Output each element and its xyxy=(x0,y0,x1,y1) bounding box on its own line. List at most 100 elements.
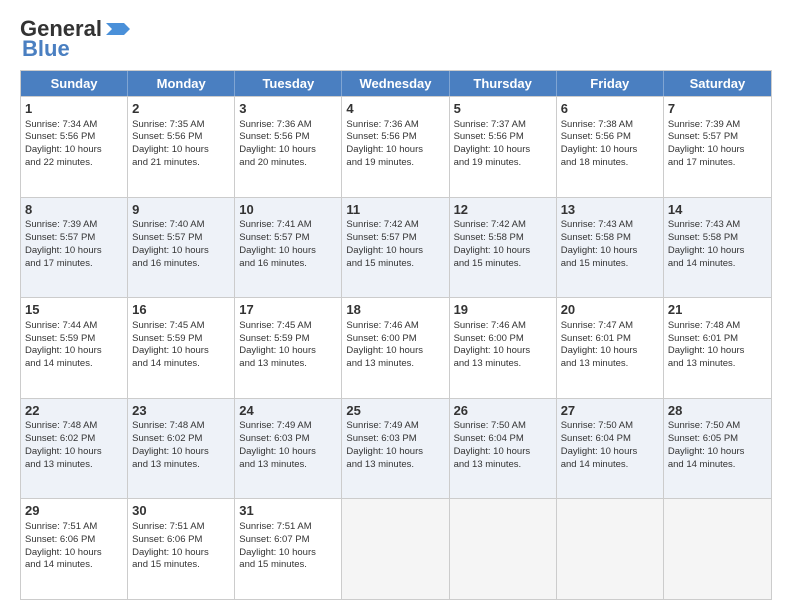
header-day-thursday: Thursday xyxy=(450,71,557,96)
day-cell-12: 12Sunrise: 7:42 AM Sunset: 5:58 PM Dayli… xyxy=(450,198,557,298)
day-number: 31 xyxy=(239,502,337,520)
day-info: Sunrise: 7:44 AM Sunset: 5:59 PM Dayligh… xyxy=(25,320,102,369)
day-cell-17: 17Sunrise: 7:45 AM Sunset: 5:59 PM Dayli… xyxy=(235,298,342,398)
day-number: 6 xyxy=(561,100,659,118)
day-info: Sunrise: 7:46 AM Sunset: 6:00 PM Dayligh… xyxy=(346,320,423,369)
day-number: 22 xyxy=(25,402,123,420)
day-number: 25 xyxy=(346,402,444,420)
day-info: Sunrise: 7:36 AM Sunset: 5:56 PM Dayligh… xyxy=(239,119,316,168)
day-number: 12 xyxy=(454,201,552,219)
day-number: 14 xyxy=(668,201,767,219)
day-number: 18 xyxy=(346,301,444,319)
day-number: 8 xyxy=(25,201,123,219)
day-cell-8: 8Sunrise: 7:39 AM Sunset: 5:57 PM Daylig… xyxy=(21,198,128,298)
day-info: Sunrise: 7:49 AM Sunset: 6:03 PM Dayligh… xyxy=(239,420,316,469)
day-cell-21: 21Sunrise: 7:48 AM Sunset: 6:01 PM Dayli… xyxy=(664,298,771,398)
day-info: Sunrise: 7:37 AM Sunset: 5:56 PM Dayligh… xyxy=(454,119,531,168)
day-cell-1: 1Sunrise: 7:34 AM Sunset: 5:56 PM Daylig… xyxy=(21,97,128,197)
day-number: 19 xyxy=(454,301,552,319)
calendar-week-3: 15Sunrise: 7:44 AM Sunset: 5:59 PM Dayli… xyxy=(21,297,771,398)
day-info: Sunrise: 7:43 AM Sunset: 5:58 PM Dayligh… xyxy=(668,219,745,268)
header-day-monday: Monday xyxy=(128,71,235,96)
day-cell-20: 20Sunrise: 7:47 AM Sunset: 6:01 PM Dayli… xyxy=(557,298,664,398)
day-number: 3 xyxy=(239,100,337,118)
day-number: 7 xyxy=(668,100,767,118)
day-info: Sunrise: 7:47 AM Sunset: 6:01 PM Dayligh… xyxy=(561,320,638,369)
empty-cell xyxy=(342,499,449,599)
calendar-week-2: 8Sunrise: 7:39 AM Sunset: 5:57 PM Daylig… xyxy=(21,197,771,298)
header-day-saturday: Saturday xyxy=(664,71,771,96)
day-cell-22: 22Sunrise: 7:48 AM Sunset: 6:02 PM Dayli… xyxy=(21,399,128,499)
day-number: 29 xyxy=(25,502,123,520)
day-number: 11 xyxy=(346,201,444,219)
day-info: Sunrise: 7:34 AM Sunset: 5:56 PM Dayligh… xyxy=(25,119,102,168)
calendar-week-5: 29Sunrise: 7:51 AM Sunset: 6:06 PM Dayli… xyxy=(21,498,771,599)
day-number: 17 xyxy=(239,301,337,319)
day-info: Sunrise: 7:46 AM Sunset: 6:00 PM Dayligh… xyxy=(454,320,531,369)
day-number: 26 xyxy=(454,402,552,420)
header-day-friday: Friday xyxy=(557,71,664,96)
day-info: Sunrise: 7:49 AM Sunset: 6:03 PM Dayligh… xyxy=(346,420,423,469)
header-day-tuesday: Tuesday xyxy=(235,71,342,96)
day-cell-10: 10Sunrise: 7:41 AM Sunset: 5:57 PM Dayli… xyxy=(235,198,342,298)
day-info: Sunrise: 7:51 AM Sunset: 6:06 PM Dayligh… xyxy=(25,521,102,570)
day-info: Sunrise: 7:42 AM Sunset: 5:57 PM Dayligh… xyxy=(346,219,423,268)
day-info: Sunrise: 7:48 AM Sunset: 6:02 PM Dayligh… xyxy=(25,420,102,469)
header-day-sunday: Sunday xyxy=(21,71,128,96)
day-info: Sunrise: 7:43 AM Sunset: 5:58 PM Dayligh… xyxy=(561,219,638,268)
logo-arrow-icon xyxy=(102,19,134,39)
day-cell-26: 26Sunrise: 7:50 AM Sunset: 6:04 PM Dayli… xyxy=(450,399,557,499)
day-number: 15 xyxy=(25,301,123,319)
day-number: 5 xyxy=(454,100,552,118)
day-number: 2 xyxy=(132,100,230,118)
day-cell-3: 3Sunrise: 7:36 AM Sunset: 5:56 PM Daylig… xyxy=(235,97,342,197)
day-info: Sunrise: 7:45 AM Sunset: 5:59 PM Dayligh… xyxy=(132,320,209,369)
day-info: Sunrise: 7:36 AM Sunset: 5:56 PM Dayligh… xyxy=(346,119,423,168)
day-number: 13 xyxy=(561,201,659,219)
day-number: 24 xyxy=(239,402,337,420)
day-info: Sunrise: 7:48 AM Sunset: 6:01 PM Dayligh… xyxy=(668,320,745,369)
empty-cell xyxy=(450,499,557,599)
day-info: Sunrise: 7:40 AM Sunset: 5:57 PM Dayligh… xyxy=(132,219,209,268)
day-cell-25: 25Sunrise: 7:49 AM Sunset: 6:03 PM Dayli… xyxy=(342,399,449,499)
day-info: Sunrise: 7:51 AM Sunset: 6:06 PM Dayligh… xyxy=(132,521,209,570)
day-cell-2: 2Sunrise: 7:35 AM Sunset: 5:56 PM Daylig… xyxy=(128,97,235,197)
day-cell-11: 11Sunrise: 7:42 AM Sunset: 5:57 PM Dayli… xyxy=(342,198,449,298)
day-info: Sunrise: 7:35 AM Sunset: 5:56 PM Dayligh… xyxy=(132,119,209,168)
day-cell-4: 4Sunrise: 7:36 AM Sunset: 5:56 PM Daylig… xyxy=(342,97,449,197)
day-info: Sunrise: 7:45 AM Sunset: 5:59 PM Dayligh… xyxy=(239,320,316,369)
logo-blue: Blue xyxy=(22,36,70,62)
day-cell-14: 14Sunrise: 7:43 AM Sunset: 5:58 PM Dayli… xyxy=(664,198,771,298)
day-cell-28: 28Sunrise: 7:50 AM Sunset: 6:05 PM Dayli… xyxy=(664,399,771,499)
day-cell-31: 31Sunrise: 7:51 AM Sunset: 6:07 PM Dayli… xyxy=(235,499,342,599)
day-cell-30: 30Sunrise: 7:51 AM Sunset: 6:06 PM Dayli… xyxy=(128,499,235,599)
day-number: 20 xyxy=(561,301,659,319)
day-cell-7: 7Sunrise: 7:39 AM Sunset: 5:57 PM Daylig… xyxy=(664,97,771,197)
calendar-week-1: 1Sunrise: 7:34 AM Sunset: 5:56 PM Daylig… xyxy=(21,96,771,197)
day-cell-27: 27Sunrise: 7:50 AM Sunset: 6:04 PM Dayli… xyxy=(557,399,664,499)
day-number: 21 xyxy=(668,301,767,319)
day-cell-23: 23Sunrise: 7:48 AM Sunset: 6:02 PM Dayli… xyxy=(128,399,235,499)
calendar-header: SundayMondayTuesdayWednesdayThursdayFrid… xyxy=(21,71,771,96)
day-info: Sunrise: 7:41 AM Sunset: 5:57 PM Dayligh… xyxy=(239,219,316,268)
day-info: Sunrise: 7:42 AM Sunset: 5:58 PM Dayligh… xyxy=(454,219,531,268)
day-info: Sunrise: 7:48 AM Sunset: 6:02 PM Dayligh… xyxy=(132,420,209,469)
day-cell-18: 18Sunrise: 7:46 AM Sunset: 6:00 PM Dayli… xyxy=(342,298,449,398)
day-cell-6: 6Sunrise: 7:38 AM Sunset: 5:56 PM Daylig… xyxy=(557,97,664,197)
day-info: Sunrise: 7:50 AM Sunset: 6:04 PM Dayligh… xyxy=(561,420,638,469)
day-info: Sunrise: 7:50 AM Sunset: 6:04 PM Dayligh… xyxy=(454,420,531,469)
day-number: 10 xyxy=(239,201,337,219)
day-number: 9 xyxy=(132,201,230,219)
calendar: SundayMondayTuesdayWednesdayThursdayFrid… xyxy=(20,70,772,600)
day-number: 16 xyxy=(132,301,230,319)
day-info: Sunrise: 7:50 AM Sunset: 6:05 PM Dayligh… xyxy=(668,420,745,469)
day-number: 27 xyxy=(561,402,659,420)
day-info: Sunrise: 7:39 AM Sunset: 5:57 PM Dayligh… xyxy=(25,219,102,268)
day-number: 4 xyxy=(346,100,444,118)
day-cell-5: 5Sunrise: 7:37 AM Sunset: 5:56 PM Daylig… xyxy=(450,97,557,197)
day-cell-15: 15Sunrise: 7:44 AM Sunset: 5:59 PM Dayli… xyxy=(21,298,128,398)
empty-cell xyxy=(557,499,664,599)
day-cell-19: 19Sunrise: 7:46 AM Sunset: 6:00 PM Dayli… xyxy=(450,298,557,398)
day-number: 28 xyxy=(668,402,767,420)
day-info: Sunrise: 7:39 AM Sunset: 5:57 PM Dayligh… xyxy=(668,119,745,168)
